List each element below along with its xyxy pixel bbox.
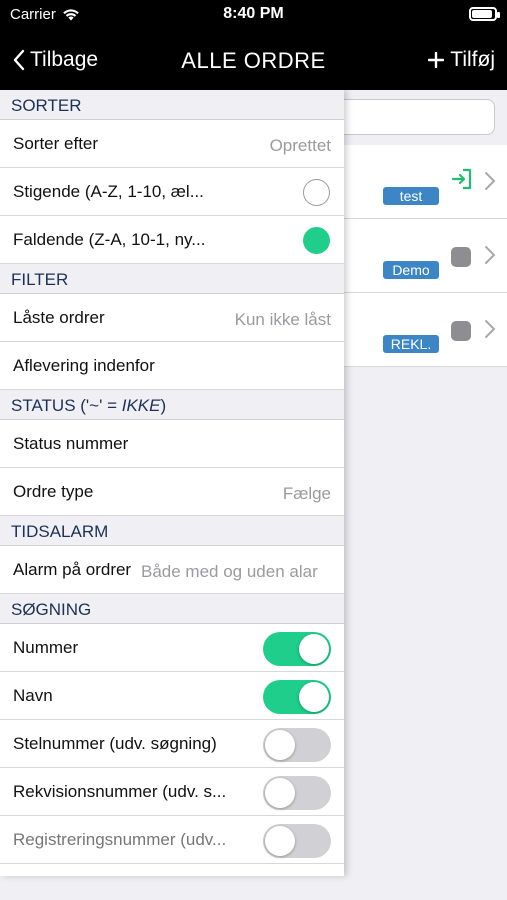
sort-ascending-radio[interactable] — [303, 179, 330, 206]
sort-ascending-label: Stigende (A-Z, 1-10, æl... — [13, 182, 204, 201]
search-option-label: Rekvisionsnummer (udv. s... — [13, 782, 227, 801]
add-button[interactable]: Tilføj — [428, 48, 495, 72]
section-header-filter: FILTER — [0, 264, 344, 294]
search-option-row[interactable]: Rekvisionsnummer (udv. s... — [0, 768, 344, 816]
locked-orders-label: Låste ordrer — [13, 308, 105, 327]
search-option-toggle[interactable] — [263, 776, 331, 810]
status-number-label: Status nummer — [13, 434, 129, 453]
alarm-value: Både med og uden alar — [141, 562, 318, 581]
order-tag: Demo — [383, 261, 439, 279]
delivery-within-label: Aflevering indenfor — [13, 356, 155, 375]
plus-icon — [428, 52, 445, 68]
status-number-row[interactable]: Status nummer — [0, 420, 344, 468]
sort-by-value: Oprettet — [269, 136, 331, 155]
status-header-suffix: ) — [160, 396, 167, 415]
status-header-prefix: STATUS ('~' = — [11, 396, 122, 415]
order-type-label: Ordre type — [13, 482, 94, 501]
add-label: Tilføj — [450, 48, 495, 71]
search-option-row[interactable]: Navn — [0, 672, 344, 720]
gray-square-icon — [451, 247, 471, 267]
filter-panel: SORTER Sorter efter Oprettet Stigende (A… — [0, 90, 344, 876]
search-option-label: Nummer — [13, 638, 79, 657]
search-option-row[interactable]: Stelnummer (udv. søgning) — [0, 720, 344, 768]
order-type-row[interactable]: Ordre type Fælge — [0, 468, 344, 516]
gray-square-icon — [451, 321, 471, 341]
order-tag: REKL. — [383, 335, 439, 353]
sort-by-label: Sorter efter — [13, 134, 99, 153]
search-option-toggle[interactable] — [263, 728, 331, 762]
chevron-right-icon — [485, 246, 496, 264]
locked-orders-value: Kun ikke låst — [234, 310, 331, 329]
search-option-label: Stelnummer (udv. søgning) — [13, 734, 217, 753]
section-header-sogning: SØGNING — [0, 594, 344, 624]
sort-by-row[interactable]: Sorter efter Oprettet — [0, 120, 344, 168]
sort-descending-radio[interactable] — [303, 227, 330, 254]
status-bar: Carrier 8:40 PM — [0, 0, 507, 30]
status-time: 8:40 PM — [223, 5, 284, 22]
status-header-emphasis: IKKE — [121, 396, 161, 415]
search-option-label: Navn — [13, 686, 53, 705]
sort-ascending-row[interactable]: Stigende (A-Z, 1-10, æl... — [0, 168, 344, 216]
delivery-within-row[interactable]: Aflevering indenfor — [0, 342, 344, 390]
locked-orders-row[interactable]: Låste ordrer Kun ikke låst — [0, 294, 344, 342]
alarm-label: Alarm på ordrer — [13, 560, 132, 579]
chevron-right-icon — [485, 172, 496, 190]
search-option-label: Registreringsnummer (udv... — [13, 830, 227, 849]
sort-descending-label: Faldende (Z-A, 10-1, ny... — [13, 230, 206, 249]
order-tag: test — [383, 187, 439, 205]
search-field[interactable] — [335, 99, 495, 135]
section-header-status: STATUS ('~' = IKKE) — [0, 390, 344, 420]
search-option-toggle[interactable] — [263, 680, 331, 714]
search-option-toggle[interactable] — [263, 824, 331, 858]
order-type-value: Fælge — [282, 484, 331, 503]
search-option-row[interactable]: Nummer — [0, 624, 344, 672]
section-header-tidsalarm: TIDSALARM — [0, 516, 344, 546]
chevron-right-icon — [485, 320, 496, 338]
search-option-row[interactable]: Registreringsnummer (udv... — [0, 816, 344, 864]
battery-icon — [469, 7, 500, 21]
navigation-bar: Tilbage ALLE ORDRE Tilføj — [0, 40, 507, 84]
top-bar: Carrier 8:40 PM Tilbage ALLE ORDRE Tilfø… — [0, 0, 507, 90]
enter-icon — [451, 168, 472, 190]
section-header-sorter: SORTER — [0, 90, 344, 120]
sort-descending-row[interactable]: Faldende (Z-A, 10-1, ny... — [0, 216, 344, 264]
alarm-row[interactable]: Alarm på ordrer Både med og uden alar — [0, 546, 344, 594]
search-option-toggle[interactable] — [263, 632, 331, 666]
